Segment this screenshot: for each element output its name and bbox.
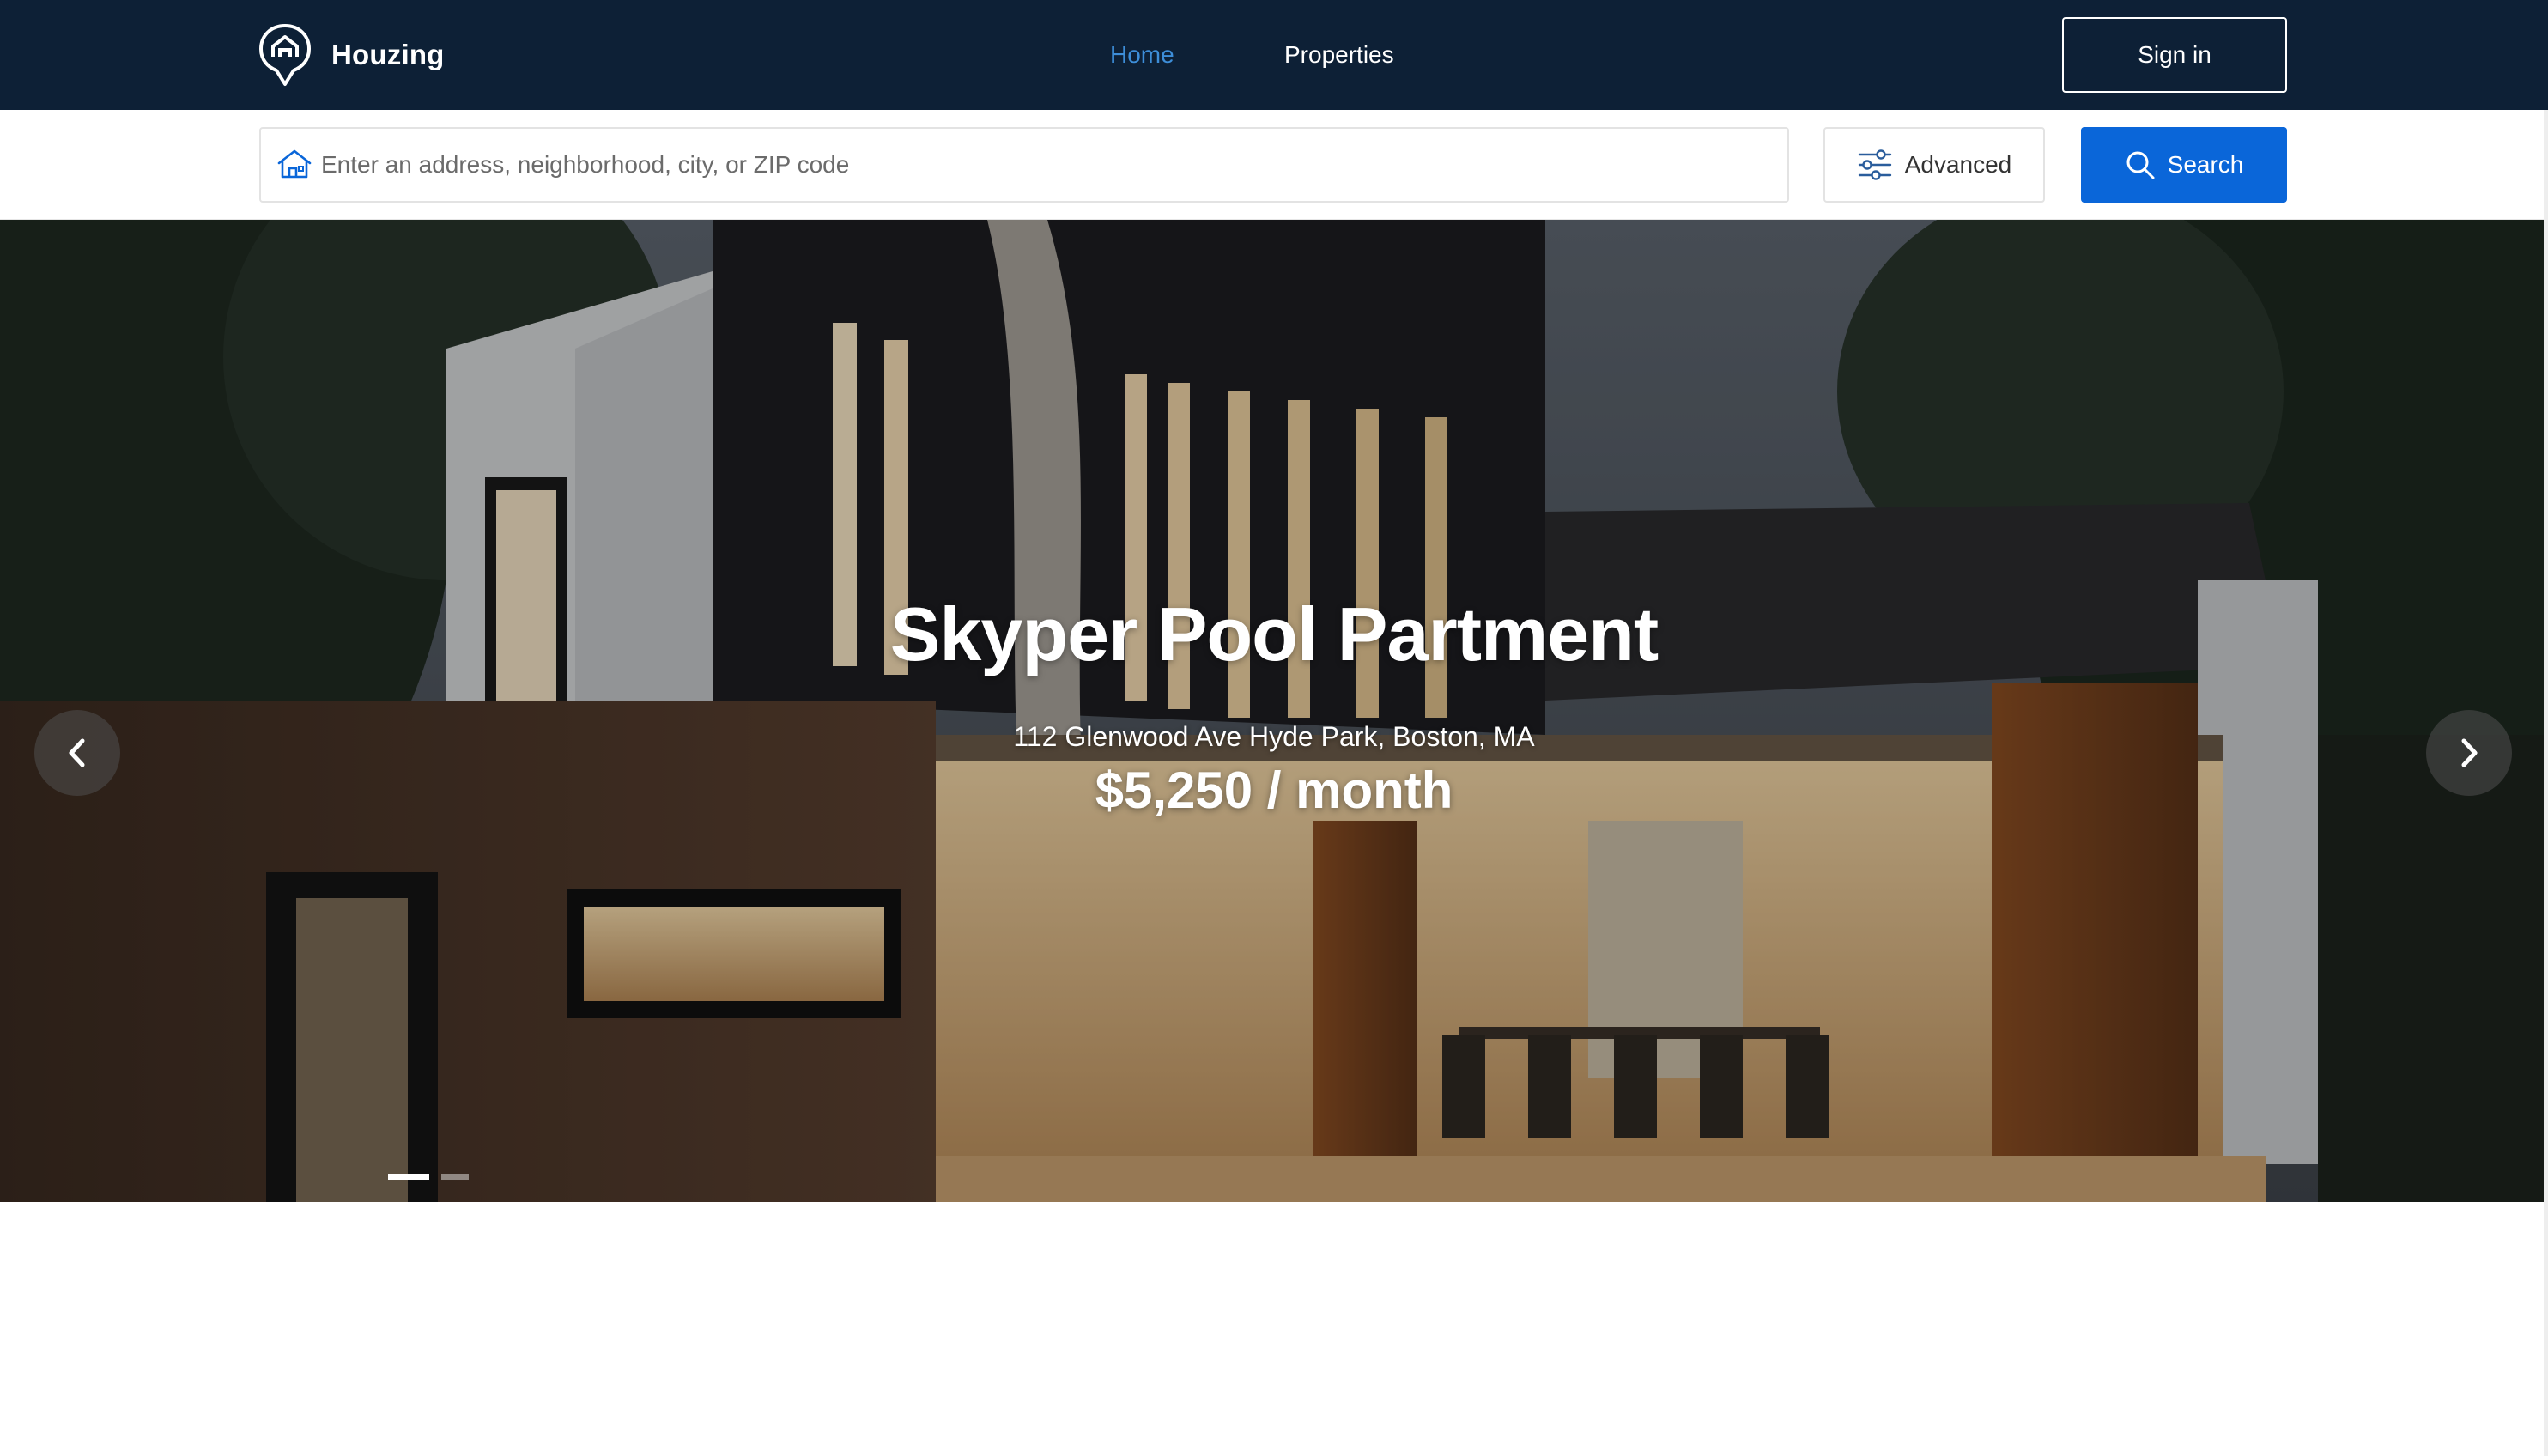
brand-home-link[interactable]: Houzing xyxy=(258,21,445,89)
property-price: $5,250 / month xyxy=(1095,761,1453,819)
hero-carousel: Skyper Pool Partment 112 Glenwood Ave Hy… xyxy=(0,220,2548,1202)
sign-in-button[interactable]: Sign in xyxy=(2062,17,2287,93)
carousel-indicators xyxy=(388,1174,469,1180)
hero-overlay xyxy=(0,220,2548,1202)
brand-name: Houzing xyxy=(331,39,445,70)
house-pin-logo-icon xyxy=(259,24,311,86)
carousel-indicator-2[interactable] xyxy=(441,1174,469,1180)
carousel-prev-button[interactable] xyxy=(34,710,120,796)
search-field xyxy=(259,127,1789,203)
search-button[interactable]: Search xyxy=(2081,127,2287,203)
magnifier-icon xyxy=(2126,151,2155,179)
advanced-filter-button[interactable]: Advanced xyxy=(1823,127,2045,203)
carousel-indicator-1[interactable] xyxy=(388,1174,429,1180)
chevron-right-icon xyxy=(2461,738,2478,767)
carousel-next-button[interactable] xyxy=(2426,710,2512,796)
search-input[interactable] xyxy=(321,129,1772,201)
page-scrollbar[interactable] xyxy=(2544,110,2548,1456)
nav-link-properties[interactable]: Properties xyxy=(1284,38,1394,72)
nav-link-home[interactable]: Home xyxy=(1110,38,1174,72)
property-title: Skyper Pool Partment xyxy=(889,592,1659,676)
top-navbar: Houzing Home Properties Sign in xyxy=(0,0,2548,110)
sliders-icon xyxy=(1858,149,1891,180)
house-icon xyxy=(277,149,312,179)
search-label: Search xyxy=(2167,151,2244,178)
chevron-left-icon xyxy=(69,738,85,767)
search-bar: Advanced Search xyxy=(0,110,2548,220)
property-address: 112 Glenwood Ave Hyde Park, Boston, MA xyxy=(1013,721,1535,752)
advanced-label: Advanced xyxy=(1904,151,2012,178)
